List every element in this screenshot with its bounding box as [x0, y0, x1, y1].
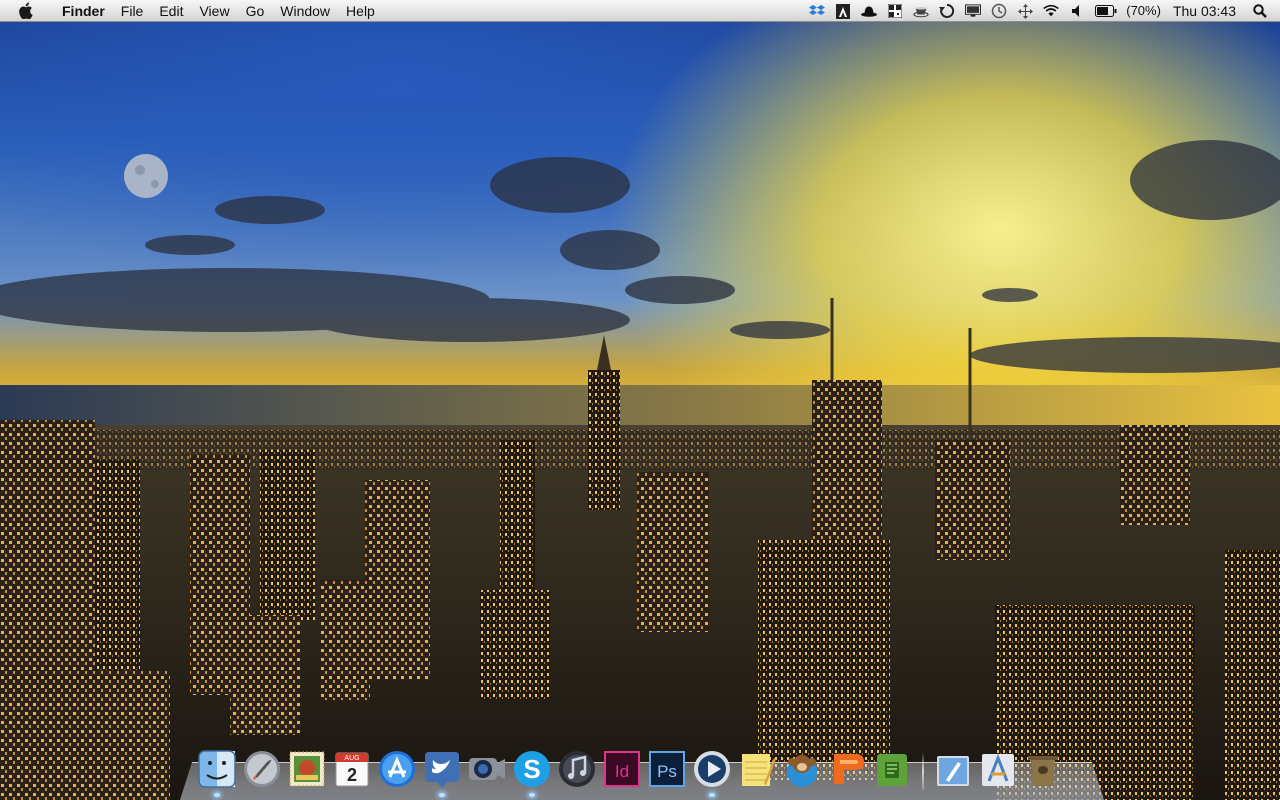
time-machine-icon[interactable] [991, 3, 1007, 19]
photoshop-letters: Ps [657, 762, 677, 781]
dock-quicktime[interactable] [691, 748, 733, 797]
dock-trash[interactable] [1022, 748, 1064, 790]
menu-help[interactable]: Help [338, 0, 383, 22]
dock-facetime[interactable] [466, 748, 508, 790]
menu-bar: Finder File Edit View Go Window Help (70… [0, 0, 1280, 22]
skype-icon: S [514, 751, 550, 787]
stamp-icon [289, 751, 325, 787]
spotlight-search-icon[interactable] [1252, 3, 1268, 19]
battery-percent[interactable]: (70%) [1126, 0, 1161, 22]
indesign-letters: Id [615, 762, 629, 781]
wifi-icon[interactable] [1043, 3, 1060, 19]
twitter-running-indicator [439, 793, 445, 797]
photoshop-icon: Ps [649, 751, 685, 787]
coffee-cup-icon[interactable] [913, 3, 929, 19]
quicktime-running-indicator [709, 793, 715, 797]
menu-app-finder[interactable]: Finder [54, 0, 113, 22]
evernote-icon [877, 754, 907, 786]
adobe-icon[interactable] [835, 3, 851, 19]
wallpaper-art [0, 140, 1280, 800]
dock-launchpad[interactable] [241, 748, 283, 790]
finder-icon [198, 750, 236, 788]
music-note-icon [559, 751, 595, 787]
qr-code-icon[interactable] [887, 3, 903, 19]
dock-monkey-app[interactable] [781, 748, 823, 790]
dock-photoshop[interactable]: Ps [646, 748, 688, 790]
bowler-hat-icon[interactable] [861, 3, 878, 19]
desktop[interactable]: Finder File Edit View Go Window Help (70… [0, 0, 1280, 800]
notepad-icon [742, 754, 776, 786]
calendar-month: AUG [344, 755, 359, 762]
dock-skype[interactable]: S [511, 748, 553, 797]
calendar-icon: AUG 2 [335, 752, 369, 787]
dock-applications-folder[interactable] [977, 748, 1019, 790]
dock-calendar[interactable]: AUG 2 [331, 748, 373, 790]
camera-icon [469, 758, 505, 780]
menu-go[interactable]: Go [238, 0, 273, 22]
dock-icons: AUG 2 S Id Ps [196, 740, 1067, 797]
menu-clock[interactable]: Thu 03:43 [1173, 0, 1236, 22]
play-icon [694, 751, 730, 787]
menu-edit[interactable]: Edit [151, 0, 191, 22]
trash-icon [1028, 756, 1058, 786]
app-store-icon [379, 751, 415, 787]
twitter-bird-icon [425, 752, 459, 788]
pen-folder-icon [937, 756, 969, 786]
dock-separator [922, 752, 924, 790]
dock-itunes[interactable] [556, 748, 598, 790]
dock: AUG 2 S Id Ps [180, 740, 1104, 800]
dock-evernote[interactable] [871, 748, 913, 790]
indesign-icon: Id [604, 751, 640, 787]
dock-twitter[interactable] [421, 748, 463, 797]
wallpaper-city-skyline [0, 0, 1280, 800]
dock-mail-stamp[interactable] [286, 748, 328, 790]
apple-icon[interactable] [19, 2, 35, 20]
sync-icon[interactable] [939, 3, 955, 19]
volume-icon[interactable] [1069, 3, 1085, 19]
finder-running-indicator [214, 793, 220, 797]
rocket-icon [244, 751, 280, 787]
status-menu-area: (70%) Thu 03:43 [804, 0, 1280, 22]
moon [124, 154, 168, 198]
move-arrows-icon[interactable] [1017, 3, 1033, 19]
dock-indesign[interactable]: Id [601, 748, 643, 790]
display-icon[interactable] [965, 3, 982, 19]
dock-notes[interactable] [736, 748, 778, 790]
battery-icon[interactable] [1095, 3, 1117, 19]
applications-folder-icon [982, 753, 1014, 786]
skype-letter: S [523, 754, 540, 784]
dock-pages[interactable] [826, 748, 868, 790]
monkey-icon [787, 755, 817, 787]
calendar-day: 2 [347, 765, 357, 785]
menu-window[interactable]: Window [272, 0, 338, 22]
dock-app-store[interactable] [376, 748, 418, 790]
pages-icon [834, 754, 864, 784]
dock-finder[interactable] [196, 748, 238, 797]
menu-view[interactable]: View [191, 0, 237, 22]
skype-running-indicator [529, 793, 535, 797]
menu-file[interactable]: File [113, 0, 152, 22]
dropbox-icon[interactable] [809, 3, 826, 19]
dock-documents-folder[interactable] [932, 748, 974, 790]
